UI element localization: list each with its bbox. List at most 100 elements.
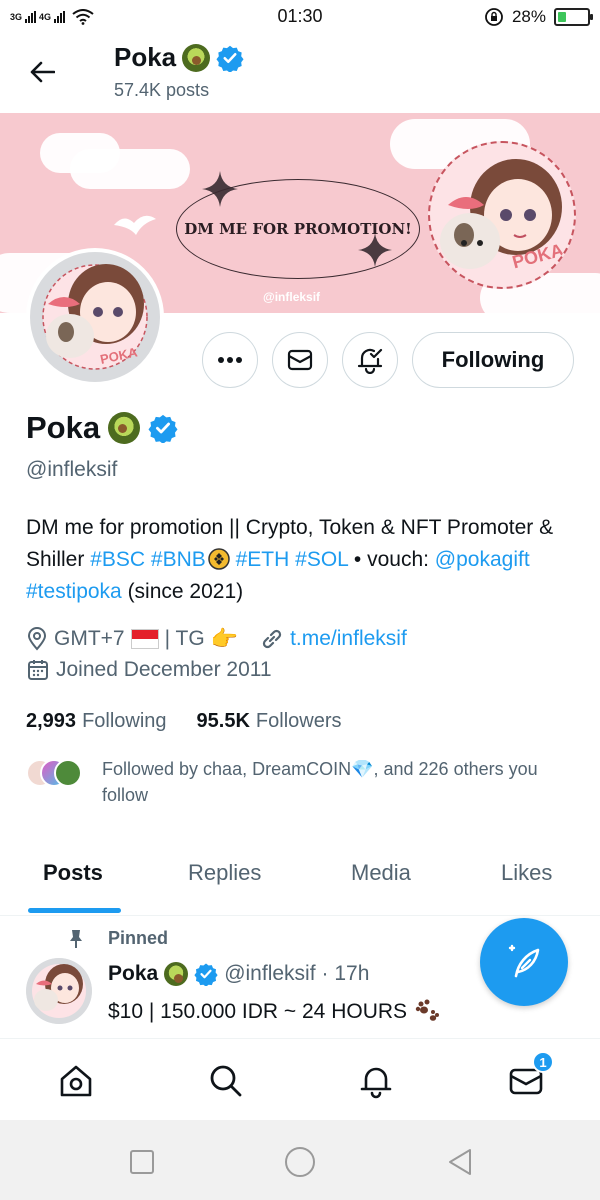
profile-link[interactable]: t.me/infleksif [290,627,407,651]
bird-icon [114,215,156,235]
profile-handle: @infleksif [26,458,118,481]
wifi-icon [72,9,94,25]
cloud-decoration [40,133,120,173]
tweet-author-name[interactable]: Poka [108,962,158,986]
banner-character-art: POKA [428,141,576,289]
following-button[interactable]: Following [412,332,574,388]
home-circle-icon [285,1147,315,1177]
joined-row: Joined December 2011 [26,658,272,682]
link-icon [262,629,282,649]
more-options-button[interactable] [202,332,258,388]
tweet-header: Poka @infleksif · 17h [108,962,369,986]
hashtag-bsc[interactable]: #BSC [90,548,145,571]
verified-badge-icon [216,45,244,72]
profile-name: Poka [26,410,101,445]
profile-header: Poka 57.4K posts [0,34,600,112]
location-text: GMT+7 [54,627,125,650]
location-suffix: | TG [164,627,205,650]
nav-notifications[interactable] [354,1059,398,1103]
tweet-author-handle[interactable]: @infleksif [224,962,315,986]
followers-count-value: 95.5K [196,710,250,732]
network-type-2: 4G [39,12,52,22]
bell-icon [360,1067,392,1099]
hashtag-bnb[interactable]: #BNB [151,548,206,571]
home-system-button[interactable] [282,1144,318,1180]
tab-likes[interactable]: Likes [501,860,552,886]
back-system-button[interactable] [442,1144,478,1180]
nav-search[interactable] [204,1059,248,1103]
mail-icon [287,349,313,371]
bio-text-3: (since 2021) [121,580,244,603]
pin-icon [70,929,82,948]
battery-percent: 28% [511,7,546,26]
banner-promo-text: DM ME FOR PROMOTION! [176,179,420,279]
compose-feather-icon [508,944,540,978]
rotation-lock-icon [485,8,503,26]
profile-name-row: Poka [26,410,178,446]
following-count-value: 2,993 [26,710,77,732]
back-arrow-icon [30,61,55,83]
tweet-avatar[interactable] [26,958,92,1024]
tweet-time: · 17h [321,962,370,985]
followed-by-text: Followed by chaa, DreamCOIN💎, and 226 ot… [102,759,538,805]
signal-indicators: 3G 4G [10,9,94,25]
indonesia-flag-icon [130,629,159,649]
compose-post-button[interactable] [480,918,568,1006]
pointing-hand-icon: 👉 [210,626,239,651]
avocado-emoji-icon [108,412,141,444]
nav-home[interactable] [54,1059,98,1103]
pinned-label: Pinned [68,928,168,949]
status-bar: 3G 4G 01:30 28% [0,0,600,34]
mention-pokagift[interactable]: @pokagift [435,548,530,571]
hashtag-testipoka[interactable]: #testipoka [26,580,122,603]
tab-posts[interactable]: Posts [43,860,103,886]
followers-count[interactable]: 95.5K Followers [197,710,342,733]
calendar-icon [28,660,48,680]
verified-badge-icon [148,414,178,443]
followed-by-row[interactable]: Followed by chaa, DreamCOIN💎, and 226 ot… [26,756,576,808]
network-type-1: 3G [10,12,23,22]
recents-button[interactable] [124,1144,160,1180]
tab-replies[interactable]: Replies [188,860,261,886]
paw-prints-icon [415,999,439,1021]
avatar-illustration-icon: POKA [33,255,157,379]
nav-messages[interactable]: 1 [504,1051,554,1103]
message-button[interactable] [272,332,328,388]
tweet-text: $10 | 150.000 IDR ~ 24 HOURS [108,998,441,1024]
profile-meta-row: GMT+7 | TG 👉 t.me/infleksif [26,626,407,652]
location-pin-icon [27,627,47,651]
recents-square-icon [130,1150,154,1174]
bio-text-2: • vouch: [348,548,435,571]
banner-handle: @infleksif [263,290,321,304]
header-name-row: Poka [114,42,244,73]
system-navigation-bar [0,1120,600,1200]
more-icon [218,357,242,363]
joined-date: Joined December 2011 [56,658,272,681]
header-post-count: 57.4K posts [114,80,210,100]
back-button[interactable] [22,54,62,90]
pinned-text: Pinned [108,928,169,948]
bottom-navigation: 1 [0,1038,600,1120]
follower-avatar [54,759,82,787]
avocado-emoji-icon [164,962,189,986]
profile-bio: DM me for promotion || Crypto, Token & N… [26,512,576,608]
avocado-emoji-icon [182,43,211,72]
signal-icon [25,11,37,23]
active-tab-indicator [28,908,121,913]
messages-badge: 1 [532,1051,554,1073]
header-name: Poka [114,42,177,72]
back-triangle-icon [449,1149,471,1175]
signal-icon-2 [54,11,66,23]
follow-counts: 2,993 Following 95.5K Followers [26,710,342,733]
bell-check-icon [357,348,383,374]
tweet-body: $10 | 150.000 IDR ~ 24 HOURS [108,1000,408,1023]
hashtag-eth[interactable]: #ETH [236,548,290,571]
notifications-button[interactable] [342,332,398,388]
character-illustration-icon [440,159,562,269]
profile-avatar[interactable]: POKA [26,248,164,386]
followers-count-label: Followers [255,710,342,732]
follower-avatars [26,759,96,787]
tab-media[interactable]: Media [351,860,411,886]
following-count[interactable]: 2,993 Following [26,710,167,733]
hashtag-sol[interactable]: #SOL [295,548,348,571]
